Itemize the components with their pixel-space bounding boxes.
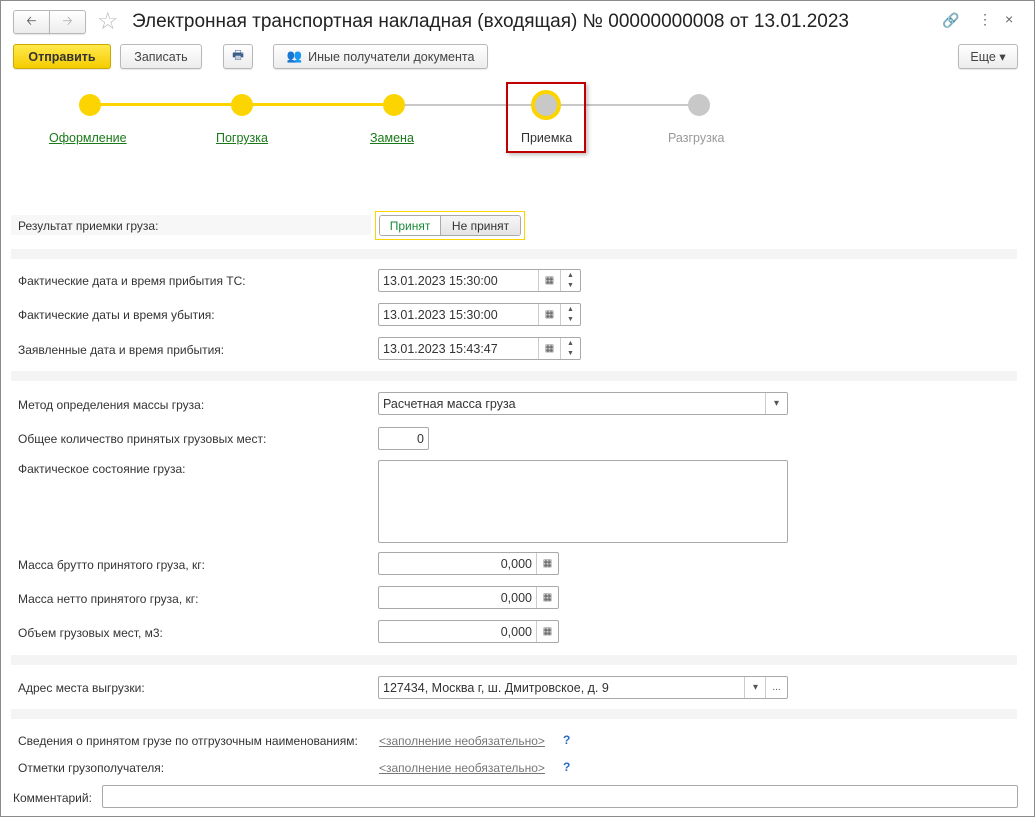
result-toggle: Принят Не принят [375, 211, 525, 240]
net-value: 0,000 [500, 590, 532, 605]
select-more-button[interactable]: ... [765, 677, 787, 698]
step-zamena[interactable]: Замена [370, 131, 414, 145]
cargo-info-label: Сведения о принятом грузе по отгрузочным… [18, 734, 358, 748]
link-icon[interactable]: 🔗 [942, 12, 959, 29]
print-button[interactable]: 🖶 [223, 44, 253, 69]
separator [11, 249, 1017, 259]
consignee-label: Отметки грузополучателя: [18, 761, 165, 775]
calendar-icon[interactable]: ▦ [538, 338, 560, 359]
method-label: Метод определения массы груза: [18, 398, 205, 412]
address-select[interactable]: 127434, Москва г, ш. Дмитровское, д. 9 ▾.… [378, 676, 788, 699]
accepted-option[interactable]: Принят [380, 216, 441, 235]
state-textarea[interactable] [378, 460, 788, 543]
spin-buttons[interactable]: ▲ ▼ [560, 270, 580, 291]
gross-label: Масса брутто принятого груза, кг: [18, 558, 205, 572]
calendar-icon[interactable]: ▦ [538, 304, 560, 325]
page-title: Электронная транспортная накладная (вход… [132, 11, 849, 32]
method-value: Расчетная масса груза [383, 396, 516, 411]
forward-button[interactable]: 🡢 [49, 10, 86, 34]
step-priemka[interactable]: Приемка [521, 131, 572, 145]
departure-label: Фактические даты и время убытия: [18, 308, 215, 322]
send-button[interactable]: Отправить [13, 44, 111, 69]
result-label: Результат приемки груза: [18, 219, 159, 233]
calculator-icon[interactable]: ▦ [536, 553, 558, 574]
volume-label: Объем грузовых мест, м3: [18, 626, 163, 640]
step-pogruzka[interactable]: Погрузка [216, 131, 268, 145]
more-menu-icon[interactable]: ⋮ [978, 11, 992, 28]
step-oformlenie[interactable]: Оформление [49, 131, 127, 145]
volume-input[interactable]: 0,000 ▦ [378, 620, 559, 643]
net-input[interactable]: 0,000 ▦ [378, 586, 559, 609]
spin-buttons[interactable]: ▲ ▼ [560, 304, 580, 325]
volume-value: 0,000 [500, 624, 532, 639]
comment-label: Комментарий: [13, 791, 92, 805]
places-input[interactable]: 0 [378, 427, 429, 450]
net-label: Масса нетто принятого груза, кг: [18, 592, 199, 606]
departure-value: 13.01.2023 15:30:00 [383, 307, 498, 322]
calculator-icon[interactable]: ▦ [536, 587, 558, 608]
other-recipients-button[interactable]: 👥 Иные получатели документа [273, 44, 488, 69]
declared-label: Заявленные дата и время прибытия: [18, 343, 225, 357]
step-dot [688, 94, 710, 116]
dropdown-arrow-icon[interactable]: ▾ [744, 677, 766, 698]
declared-value: 13.01.2023 15:43:47 [383, 341, 498, 356]
calendar-icon[interactable]: ▦ [538, 270, 560, 291]
separator [11, 655, 1017, 665]
save-button[interactable]: Записать [120, 44, 202, 69]
step-dot-current [531, 90, 561, 120]
close-icon[interactable]: × [1005, 11, 1013, 27]
gross-value: 0,000 [500, 556, 532, 571]
step-dot [79, 94, 101, 116]
dropdown-arrow-icon[interactable]: ▾ [765, 393, 787, 414]
address-label: Адрес места выгрузки: [18, 681, 145, 695]
calculator-icon[interactable]: ▦ [536, 621, 558, 642]
state-label: Фактическое состояние груза: [18, 462, 186, 476]
departure-input[interactable]: 13.01.2023 15:30:00 ▦ ▲ ▼ [378, 303, 581, 326]
favorite-star-icon[interactable]: ☆ [97, 7, 119, 36]
spin-buttons[interactable]: ▲ ▼ [560, 338, 580, 359]
arrival-input[interactable]: 13.01.2023 15:30:00 ▦ ▲ ▼ [378, 269, 581, 292]
places-label: Общее количество принятых грузовых мест: [18, 432, 267, 446]
declared-input[interactable]: 13.01.2023 15:43:47 ▦ ▲ ▼ [378, 337, 581, 360]
address-value: 127434, Москва г, ш. Дмитровское, д. 9 [383, 680, 609, 695]
back-button[interactable]: 🡠 [13, 10, 50, 34]
help-icon[interactable]: ? [563, 733, 570, 747]
users-icon: 👥 [286, 49, 303, 63]
step-dot [383, 94, 405, 116]
step-razgruzka: Разгрузка [668, 131, 725, 145]
arrival-value: 13.01.2023 15:30:00 [383, 273, 498, 288]
places-value: 0 [417, 431, 424, 446]
help-icon[interactable]: ? [563, 760, 570, 774]
consignee-link[interactable]: <заполнение необязательно> [379, 761, 545, 775]
comment-input[interactable] [102, 785, 1018, 808]
more-button[interactable]: Еще ▾ [958, 44, 1018, 69]
arrival-label: Фактические дата и время прибытия ТС: [18, 274, 246, 288]
printer-icon: 🖶 [232, 48, 244, 62]
method-select[interactable]: Расчетная масса груза ▾ [378, 392, 788, 415]
gross-input[interactable]: 0,000 ▦ [378, 552, 559, 575]
separator [11, 709, 1017, 719]
separator [11, 371, 1017, 381]
not-accepted-option[interactable]: Не принят [441, 216, 520, 235]
step-dot [231, 94, 253, 116]
cargo-info-link[interactable]: <заполнение необязательно> [379, 734, 545, 748]
